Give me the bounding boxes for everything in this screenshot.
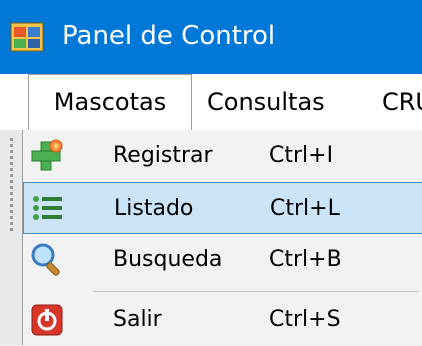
menu-item-shortcut: Ctrl+I xyxy=(269,143,334,168)
toolstrip-grip xyxy=(0,130,22,345)
menu-item-label: Busqueda xyxy=(113,247,223,272)
menu-item-busqueda[interactable]: Busqueda Ctrl+B xyxy=(23,234,422,286)
menu-item-shortcut: Ctrl+S xyxy=(269,307,341,332)
menu-separator xyxy=(93,291,419,292)
menu-consultas[interactable]: Consultas xyxy=(207,74,325,130)
add-icon xyxy=(31,139,63,171)
menu-bar: Mascotas Consultas CRU xyxy=(0,74,422,131)
menu-item-shortcut: Ctrl+L xyxy=(270,196,340,221)
list-icon xyxy=(33,196,62,220)
mascotas-dropdown: Registrar Ctrl+I Listado Ctrl+L Busqueda… xyxy=(22,130,422,345)
menu-mascotas[interactable]: Mascotas xyxy=(28,74,192,131)
menu-item-shortcut: Ctrl+B xyxy=(269,247,342,272)
title-bar: Panel de Control xyxy=(0,0,422,74)
menu-cru[interactable]: CRU xyxy=(382,74,422,130)
menu-item-label: Registrar xyxy=(113,143,213,168)
menu-item-listado[interactable]: Listado Ctrl+L xyxy=(23,182,422,234)
search-icon xyxy=(31,243,60,276)
menu-item-salir[interactable]: Salir Ctrl+S xyxy=(23,294,422,346)
menu-item-registrar[interactable]: Registrar Ctrl+I xyxy=(23,130,422,182)
exit-icon xyxy=(31,304,63,336)
app-window-icon xyxy=(10,22,44,52)
menu-item-label: Listado xyxy=(114,196,194,221)
window-title: Panel de Control xyxy=(62,21,276,51)
menu-item-label: Salir xyxy=(113,307,162,332)
